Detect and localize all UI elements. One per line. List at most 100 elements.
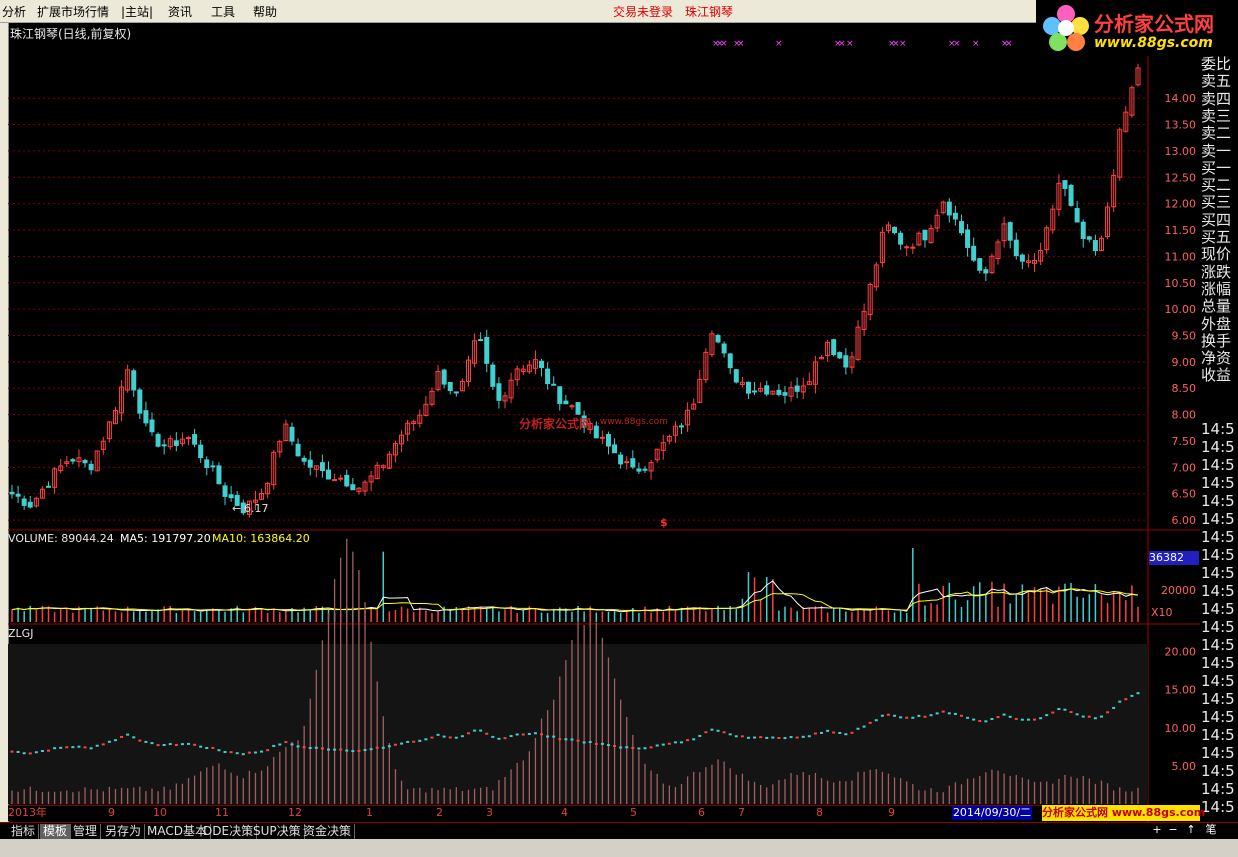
quote-time-label: 14:5 bbox=[1201, 456, 1235, 474]
zlgj-line-dot bbox=[1106, 711, 1110, 714]
zoom-out-button[interactable]: − bbox=[1166, 822, 1180, 837]
zlgj-tick-label: 10.00 bbox=[1165, 722, 1197, 735]
quote-field-label: 买三 bbox=[1201, 193, 1232, 212]
zlgj-line-dot bbox=[527, 732, 531, 735]
watermark-brand: 分析家公式网 bbox=[519, 417, 592, 431]
zlgj-line-dot bbox=[65, 746, 69, 749]
candle-body bbox=[88, 463, 94, 471]
zlgj-line-dot bbox=[339, 748, 343, 751]
zlgj-line-dot bbox=[199, 745, 203, 748]
zlgj-line-dot bbox=[424, 738, 428, 741]
candle-body bbox=[350, 484, 356, 491]
zlgj-line-dot bbox=[832, 731, 836, 734]
zlgj-line-dot bbox=[746, 736, 750, 739]
price-tick-label: 7.50 bbox=[1172, 435, 1197, 448]
signal-cross-icon: × bbox=[720, 39, 728, 49]
zlgj-line-dot bbox=[972, 718, 976, 721]
candle-body bbox=[733, 369, 739, 383]
quote-field-label: 卖二 bbox=[1201, 124, 1232, 143]
zlgj-line-dot bbox=[223, 750, 227, 753]
zlgj-line-dot bbox=[941, 710, 945, 713]
candle-body bbox=[557, 386, 563, 404]
candle-body bbox=[216, 465, 222, 485]
volume-scale-label: X10 bbox=[1151, 606, 1173, 619]
zlgj-line-dot bbox=[1136, 692, 1140, 695]
zlgj-line-dot bbox=[637, 747, 641, 750]
zlgj-line-dot bbox=[704, 731, 708, 734]
zlgj-line-dot bbox=[126, 733, 130, 736]
bottom-tab-3[interactable]: 另存为 bbox=[102, 824, 146, 839]
zlgj-line-dot bbox=[381, 746, 385, 749]
zlgj-line-dot bbox=[1069, 711, 1073, 714]
candle-body bbox=[612, 444, 618, 454]
zlgj-indicator-label: ZLGJ bbox=[8, 627, 34, 640]
zlgj-line-dot bbox=[156, 744, 160, 747]
bottom-tab-1[interactable]: 模板 bbox=[40, 824, 72, 839]
zlgj-line-dot bbox=[503, 737, 507, 740]
current-date-box: 2014/09/30/二 bbox=[952, 806, 1032, 820]
zoom-in-button[interactable]: + bbox=[1150, 822, 1164, 837]
bottom-tab-5[interactable]: DDE决策 bbox=[200, 824, 258, 839]
bottom-tab-0[interactable]: 指标 bbox=[8, 824, 40, 839]
candle-body bbox=[1086, 236, 1092, 240]
candle-body bbox=[843, 355, 849, 368]
logo-url: www.88gs.com bbox=[1094, 35, 1213, 51]
candle-body bbox=[892, 226, 898, 234]
zlgj-line-dot bbox=[497, 737, 501, 740]
zlgj-line-dot bbox=[509, 735, 513, 738]
candle-body bbox=[551, 383, 557, 386]
candle-body bbox=[447, 381, 453, 392]
chart-canvas[interactable]: 6.00 6.50 7.00 7.50 8.00 8.50 9.00 9.50 10.00 10.… bbox=[0, 0, 1238, 857]
site-logo[interactable]: 分析家公式网 www.88gs.com bbox=[1036, 0, 1238, 56]
quote-field-label: 买一 bbox=[1201, 158, 1232, 177]
candle-body bbox=[496, 383, 502, 401]
volume-value-box: 36382 bbox=[1149, 551, 1199, 565]
quote-time-label: 14:5 bbox=[1201, 438, 1235, 456]
bottom-tab-6[interactable]: SUP决策 bbox=[250, 824, 305, 839]
zlgj-line-dot bbox=[95, 744, 99, 747]
quote-time-label: 14:5 bbox=[1201, 420, 1235, 438]
zlgj-line-dot bbox=[162, 743, 166, 746]
zlgj-tick-label: 15.00 bbox=[1165, 684, 1197, 697]
candle-body bbox=[319, 462, 325, 471]
candle-body bbox=[679, 425, 685, 428]
zlgj-line-dot bbox=[613, 744, 617, 747]
candle-body bbox=[204, 459, 210, 468]
zlgj-line-dot bbox=[820, 731, 824, 734]
candle-body bbox=[332, 479, 338, 482]
zlgj-line-dot bbox=[193, 743, 197, 746]
zlgj-line-dot bbox=[558, 738, 562, 741]
zlgj-line-dot bbox=[59, 746, 63, 749]
candle-body bbox=[1080, 221, 1086, 239]
candle-body bbox=[441, 369, 447, 385]
zlgj-line-dot bbox=[1124, 698, 1128, 701]
bottom-tab-7[interactable]: 资金决策 bbox=[300, 824, 356, 839]
candle-body bbox=[222, 485, 228, 497]
candle-body bbox=[545, 368, 551, 385]
date-axis-label: 1 bbox=[366, 806, 373, 819]
zlgj-line-dot bbox=[168, 743, 172, 746]
zlgj-line-dot bbox=[661, 743, 665, 746]
candle-body bbox=[1074, 208, 1080, 223]
date-axis-label: 12 bbox=[288, 806, 302, 819]
flower-logo-icon bbox=[1043, 5, 1089, 51]
pen-button[interactable]: 笔 bbox=[1204, 822, 1218, 837]
quote-time-label: 14:5 bbox=[1201, 564, 1235, 582]
zlgj-line-dot bbox=[473, 729, 477, 732]
zlgj-line-dot bbox=[77, 745, 81, 748]
zlgj-line-dot bbox=[643, 747, 647, 750]
zlgj-line-dot bbox=[442, 735, 446, 738]
candle-body bbox=[198, 444, 204, 459]
zlgj-line-dot bbox=[247, 751, 251, 754]
candle-body bbox=[192, 434, 198, 445]
bottom-tab-2[interactable]: 管理 bbox=[70, 824, 102, 839]
zlgj-line-dot bbox=[345, 749, 349, 752]
zlgj-line-dot bbox=[266, 749, 270, 752]
candle-body bbox=[27, 501, 33, 508]
scroll-up-button[interactable]: ↑ bbox=[1184, 822, 1198, 837]
price-tick-label: 14.00 bbox=[1165, 92, 1197, 105]
candle-body bbox=[904, 246, 910, 249]
candle-body bbox=[946, 201, 952, 216]
zlgj-line-dot bbox=[582, 741, 586, 744]
price-tick-label: 11.00 bbox=[1165, 250, 1197, 263]
